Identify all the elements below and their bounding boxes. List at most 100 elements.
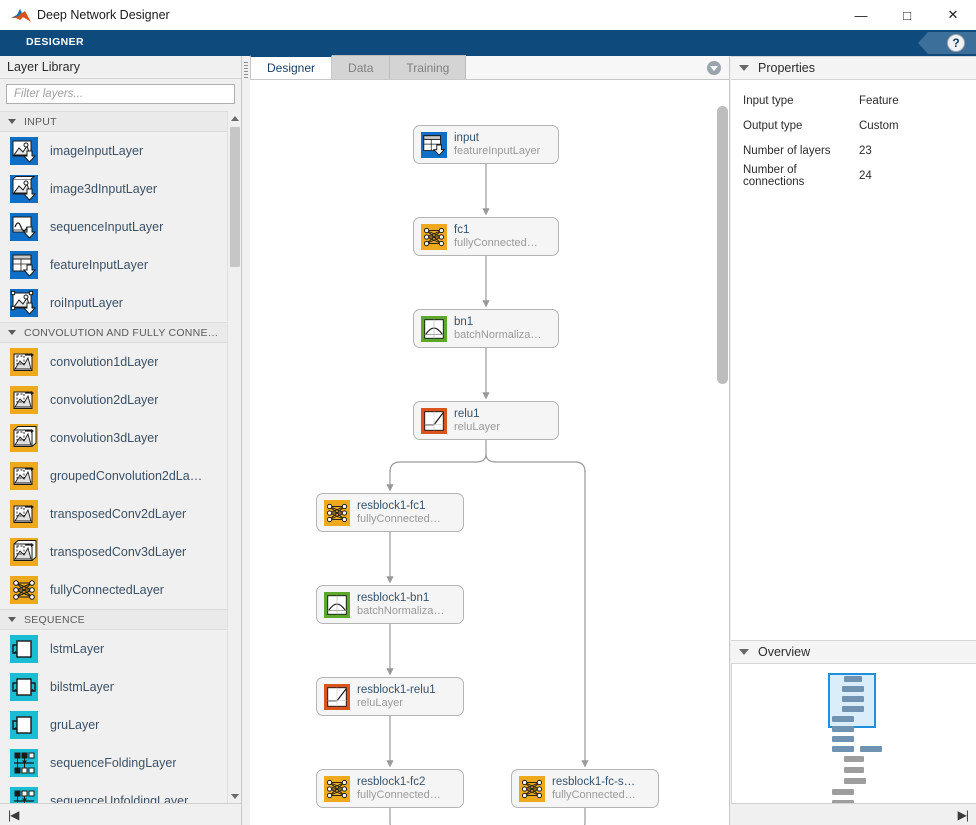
layer-library-item-label: transposedConv2dLayer <box>50 507 187 521</box>
panel-splitter[interactable] <box>242 56 250 825</box>
tabbar-filler <box>466 56 729 79</box>
layer-library-item-label: sequenceInputLayer <box>50 220 164 234</box>
layer-library-item-roiinputlayer[interactable]: roiInputLayer <box>0 284 227 322</box>
property-value: 24 <box>859 169 872 182</box>
conv1d-icon <box>10 348 38 376</box>
network-canvas[interactable]: input featureInputLayer fc1 fullyConnected…… <box>250 80 729 825</box>
node-type: batchNormaliza… <box>454 328 542 341</box>
property-key: Input type <box>743 94 794 107</box>
property-value: Feature <box>859 94 899 107</box>
layer-library-item-imageinputlayer[interactable]: imageInputLayer <box>0 132 227 170</box>
layer-library-item-label: convolution1dLayer <box>50 355 159 369</box>
scroll-down-arrow-icon[interactable] <box>228 789 241 803</box>
collapse-left-panel-button[interactable]: |◀ <box>8 808 19 822</box>
layer-library-item-label: transposedConv3dLayer <box>50 545 187 559</box>
close-button[interactable]: ✕ <box>930 0 976 30</box>
layer-library-item-transposedconv2dlayer[interactable]: transposedConv2dLayer <box>0 495 227 533</box>
property-row: Input type Feature <box>731 88 976 113</box>
tab-training[interactable]: Training <box>390 55 467 79</box>
minimap-node <box>832 789 854 795</box>
network-node-input[interactable]: input featureInputLayer <box>413 125 559 164</box>
tab-designer[interactable]: Designer <box>250 55 333 79</box>
network-node-resblock1relu1[interactable]: resblock1-relu1 reluLayer <box>316 677 464 716</box>
node-name: fc1 <box>454 223 470 236</box>
layer-group-header-convolution-and-fully-conne[interactable]: CONVOLUTION AND FULLY CONNE… <box>0 322 227 343</box>
conv3d-icon <box>10 424 38 452</box>
layer-group-label: INPUT <box>24 115 57 128</box>
node-type: fullyConnected… <box>454 236 538 249</box>
layer-library-item-convolution3dlayer[interactable]: convolution3dLayer <box>0 419 227 457</box>
layer-library-item-label: featureInputLayer <box>50 258 148 272</box>
network-node-resblock1fc2[interactable]: resblock1-fc2 fullyConnected… <box>316 769 464 808</box>
layer-library-item-grulayer[interactable]: gruLayer <box>0 706 227 744</box>
minimap-node <box>844 778 866 784</box>
network-node-relu1[interactable]: relu1 reluLayer <box>413 401 559 440</box>
matlab-logo-icon <box>8 2 34 28</box>
toolstrip-tab-designer[interactable]: DESIGNER <box>26 36 84 48</box>
connection-edge <box>389 808 391 825</box>
layer-group-header-sequence[interactable]: SEQUENCE <box>0 609 227 630</box>
tab-data[interactable]: Data <box>332 55 391 79</box>
overview-section-header[interactable]: Overview <box>731 640 976 664</box>
layer-library-item-lstmlayer[interactable]: lstmLayer <box>0 630 227 668</box>
network-node-fc1[interactable]: fc1 fullyConnected… <box>413 217 559 256</box>
layer-library-item-groupedconvolution2dla[interactable]: groupedConvolution2dLa… <box>0 457 227 495</box>
maximize-button[interactable]: □ <box>884 0 930 30</box>
overview-title: Overview <box>758 645 811 659</box>
connection-edge <box>485 453 586 473</box>
batch-norm-icon <box>324 591 350 618</box>
overview-minimap[interactable] <box>731 664 976 803</box>
node-name: resblock1-fc2 <box>357 775 426 788</box>
network-node-resblock1fcs[interactable]: resblock1-fc-s… fullyConnected… <box>511 769 659 808</box>
property-row: Number of layers 23 <box>731 138 976 163</box>
layer-library-item-sequenceinputlayer[interactable]: sequenceInputLayer <box>0 208 227 246</box>
layer-library-item-fullyconnectedlayer[interactable]: fullyConnectedLayer <box>0 571 227 609</box>
network-node-resblock1fc1[interactable]: resblock1-fc1 fullyConnected… <box>316 493 464 532</box>
fully-connected-icon <box>10 576 38 604</box>
layer-library-item-bilstmlayer[interactable]: bilstmLayer <box>0 668 227 706</box>
layer-library-item-featureinputlayer[interactable]: featureInputLayer <box>0 246 227 284</box>
sequence-folding-icon <box>10 749 38 777</box>
node-name: relu1 <box>454 407 480 420</box>
property-value: 23 <box>859 144 872 157</box>
node-name: resblock1-relu1 <box>357 683 436 696</box>
fully-connected-icon <box>324 499 350 526</box>
layer-library-scroll-content: INPUT imageInputLayer image3dInputLayer seq… <box>0 111 227 803</box>
canvas-vertical-scrollbar[interactable] <box>717 106 728 384</box>
layer-library-item-image3dinputlayer[interactable]: image3dInputLayer <box>0 170 227 208</box>
gru-icon <box>10 711 38 739</box>
tab-label: Designer <box>267 61 316 75</box>
layer-library-item-convolution2dlayer[interactable]: convolution2dLayer <box>0 381 227 419</box>
minimap-node <box>844 767 864 773</box>
layer-library-item-convolution1dlayer[interactable]: convolution1dLayer <box>0 343 227 381</box>
layer-library-bottom-bar: |◀ <box>0 803 241 825</box>
help-button[interactable]: ? <box>914 30 976 56</box>
expand-right-panel-button[interactable]: ▶| <box>958 808 969 822</box>
minimize-button[interactable]: — <box>838 0 884 30</box>
layer-library-item-transposedconv3dlayer[interactable]: transposedConv3dLayer <box>0 533 227 571</box>
network-node-resblock1bn1[interactable]: resblock1-bn1 batchNormaliza… <box>316 585 464 624</box>
scroll-up-arrow-icon[interactable] <box>228 111 241 125</box>
layer-library-item-sequencefoldinglayer[interactable]: sequenceFoldingLayer <box>0 744 227 782</box>
relu-icon <box>421 407 447 434</box>
filter-layers-input[interactable] <box>12 87 234 101</box>
network-node-bn1[interactable]: bn1 batchNormaliza… <box>413 309 559 348</box>
layer-library-scrollbar[interactable] <box>227 111 241 803</box>
layer-library-item-sequenceunfoldinglayer[interactable]: sequenceUnfoldingLayer <box>0 782 227 803</box>
properties-section-header[interactable]: Properties <box>731 56 976 80</box>
fully-connected-icon <box>324 775 350 802</box>
window-controls: — □ ✕ <box>838 0 976 30</box>
grouped-conv2d-icon <box>10 462 38 490</box>
chevron-down-icon[interactable] <box>707 61 721 75</box>
layer-library-item-label: fullyConnectedLayer <box>50 583 164 597</box>
image-input-icon <box>10 137 38 165</box>
scrollbar-thumb[interactable] <box>230 127 240 267</box>
overview-section: Overview ▶| <box>731 640 976 825</box>
lstm-icon <box>10 635 38 663</box>
fully-connected-icon <box>421 223 447 250</box>
filter-layers-box[interactable] <box>6 84 235 104</box>
layer-group-header-input[interactable]: INPUT <box>0 111 227 132</box>
node-name: resblock1-bn1 <box>357 591 430 604</box>
caret-down-icon <box>8 119 16 124</box>
window-titlebar: Deep Network Designer — □ ✕ <box>0 0 976 30</box>
